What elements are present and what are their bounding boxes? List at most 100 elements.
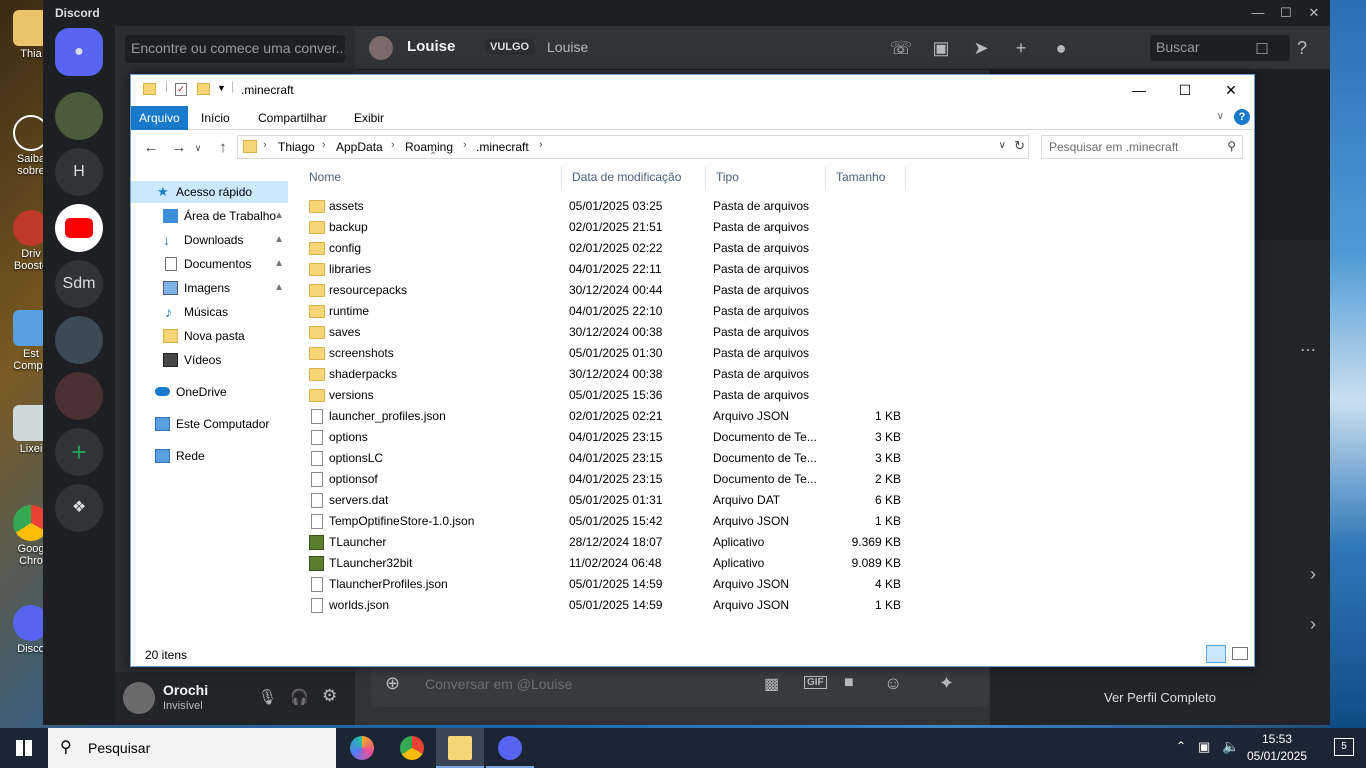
file-row[interactable]: versions 05/01/2025 15:36 Pasta de arquivo… [299,385,909,406]
file-row[interactable]: optionsof 04/01/2025 23:15 Documento de Te… [299,469,909,490]
file-row[interactable]: servers.dat 05/01/2025 01:31 Arquivo DAT 6 … [299,490,909,511]
inbox-icon[interactable]: □ [1250,36,1274,60]
nav-nova-pasta[interactable]: Nova pasta [131,325,288,347]
network-icon[interactable]: ▣ [1198,739,1210,755]
refresh-icon[interactable]: ↻ [1014,138,1025,154]
file-row[interactable]: screenshots 05/01/2025 01:30 Pasta de arqu… [299,343,909,364]
file-row[interactable]: shaderpacks 30/12/2024 00:38 Pasta de arqu… [299,364,909,385]
file-row[interactable]: launcher_profiles.json 02/01/2025 02:21 Ar… [299,406,909,427]
forward-icon[interactable]: → [167,137,191,159]
add-attachment-icon[interactable]: ⊕ [385,673,400,694]
notifications-button[interactable]: 5 [1334,738,1354,756]
file-row[interactable]: libraries 04/01/2025 22:11 Pasta de arquiv… [299,259,909,280]
recent-locations-icon[interactable]: ∨ [191,137,205,159]
nav-musicas[interactable]: ♪ Músicas [131,301,288,323]
pin-icon[interactable]: ➤ [969,36,993,60]
address-dropdown-icon[interactable]: ∨ [999,140,1006,151]
taskbar-search-input[interactable]: ⚲ Pesquisar [48,728,336,768]
address-bar[interactable]: › Thiago › AppData › Roaming › .minecraf… [237,135,1029,159]
file-row[interactable]: saves 30/12/2024 00:38 Pasta de arquivos [299,322,909,343]
server-avatar-button[interactable] [55,372,103,420]
avatar[interactable] [123,682,155,714]
column-header-name[interactable]: Nome [299,165,562,189]
column-header-size[interactable]: Tamanho [826,165,906,189]
file-row[interactable]: backup 02/01/2025 21:51 Pasta de arquivos [299,217,909,238]
taskbar-clock[interactable]: 15:53 05/01/2025 [1244,731,1310,765]
minimize-icon[interactable]: — [1244,3,1272,23]
up-icon[interactable]: ↑ [211,137,235,159]
file-row[interactable]: TLauncher32bit 11/02/2024 06:48 Aplicativo… [299,553,909,574]
chevron-up-icon[interactable]: ⌃ [1176,739,1186,753]
file-row[interactable]: assets 05/01/2025 03:25 Pasta de arquivos [299,196,909,217]
apps-icon[interactable]: ✦ [939,673,954,694]
breadcrumb-separator-icon[interactable]: › [391,139,395,151]
view-full-profile-link[interactable]: Ver Perfil Completo [990,690,1330,705]
customize-toolbar-icon[interactable]: ▼ [217,83,226,93]
tab-arquivo[interactable]: Arquivo [131,106,188,130]
file-row[interactable]: optionsLC 04/01/2025 23:15 Documento de Te… [299,448,909,469]
nav-downloads[interactable]: ↓ Downloads ▲ [131,229,288,251]
help-icon[interactable]: ? [1234,109,1250,125]
add-friend-icon[interactable]: + [1009,36,1033,60]
gear-icon[interactable]: ⚙ [322,686,337,706]
tab-compartilhar[interactable]: Compartilhar [250,106,335,130]
chat-input-bar[interactable]: ⊕ Conversar em @Louise ▩ GIF ■ ☺ ✦ [371,663,989,707]
taskbar-file-explorer[interactable] [436,728,484,768]
nav-rede[interactable]: Rede [131,445,288,467]
nav-area-de-trabalho[interactable]: Área de Trabalho ▲ [131,205,288,227]
help-icon[interactable]: ? [1290,36,1314,60]
start-button[interactable] [0,728,48,768]
nav-videos[interactable]: Vídeos [131,349,288,371]
microphone-icon[interactable]: 🎙 [258,688,277,706]
maximize-icon[interactable]: ☐ [1272,3,1300,23]
breadcrumb-separator-icon[interactable]: › [322,139,326,151]
chevron-right-icon[interactable]: › [1310,614,1316,635]
call-icon[interactable]: ☏ [889,36,913,60]
file-row[interactable]: runtime 04/01/2025 22:10 Pasta de arquivos [299,301,909,322]
taskbar-discord[interactable] [486,728,534,768]
maximize-icon[interactable]: ☐ [1162,75,1208,105]
new-folder-icon[interactable] [197,83,210,95]
server-youtube-button[interactable] [55,204,103,252]
file-row[interactable]: TempOptifineStore-1.0.json 05/01/2025 15:… [299,511,909,532]
file-row[interactable]: TlauncherProfiles.json 05/01/2025 14:59 Ar… [299,574,909,595]
user-profile-icon[interactable]: ● [1049,36,1073,60]
add-server-button[interactable]: + [55,428,103,476]
large-icons-view-icon[interactable] [1232,647,1248,660]
details-view-icon[interactable] [1206,645,1226,663]
dm-avatar-button[interactable] [55,92,103,140]
server-sdm-button[interactable]: Sdm [55,260,103,308]
emoji-icon[interactable]: ☺ [884,673,902,694]
nav-acesso-rapido[interactable]: ★ Acesso rápido [131,181,288,203]
gift-icon[interactable]: ▩ [764,674,779,694]
expand-ribbon-icon[interactable]: ∨ [1217,111,1224,122]
file-row[interactable]: resourcepacks 30/12/2024 00:44 Pasta de ar… [299,280,909,301]
taskbar-copilot[interactable] [338,728,386,768]
breadcrumb-thiago[interactable]: Thiago [278,140,315,154]
tab-exibir[interactable]: Exibir [346,106,392,130]
close-icon[interactable]: ✕ [1208,75,1254,105]
chat-input[interactable]: Conversar em @Louise [425,676,572,692]
volume-icon[interactable]: 🔈 [1222,738,1239,755]
nav-documentos[interactable]: Documentos ▲ [131,253,288,275]
nav-imagens[interactable]: Imagens ▲ [131,277,288,299]
file-row[interactable]: options 04/01/2025 23:15 Documento de Te..… [299,427,909,448]
back-icon[interactable]: ← [139,137,163,159]
video-call-icon[interactable]: ▣ [929,36,953,60]
properties-icon[interactable]: ✓ [175,83,187,96]
search-input[interactable]: Pesquisar em .minecraft ⚲ [1041,135,1243,159]
breadcrumb-separator-icon[interactable]: › [263,139,267,151]
dm-search-input[interactable]: Encontre ou comece uma conver... [125,35,345,63]
chevron-right-icon[interactable]: › [1310,564,1316,585]
server-h-button[interactable]: H [55,148,103,196]
gif-icon[interactable]: GIF [804,676,827,689]
sticker-icon[interactable]: ■ [844,674,854,692]
column-header-type[interactable]: Tipo [706,165,826,189]
breadcrumb-minecraft[interactable]: .minecraft [476,140,529,154]
tab-inicio[interactable]: Início [193,106,238,130]
breadcrumb-separator-icon[interactable]: › [539,139,543,151]
breadcrumb-appdata[interactable]: AppData [336,140,383,154]
taskbar-chrome[interactable] [388,728,436,768]
close-icon[interactable]: ✕ [1300,3,1328,23]
file-row[interactable]: worlds.json 05/01/2025 14:59 Arquivo JSON 1… [299,595,909,616]
